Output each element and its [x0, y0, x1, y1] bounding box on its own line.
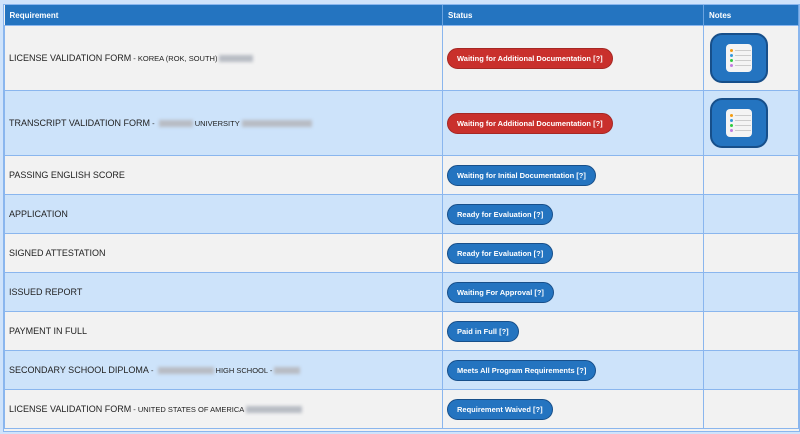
requirements-table: Requirement Status Notes LICENSE VALIDAT…	[4, 5, 799, 429]
notes-cell	[703, 233, 799, 273]
notes-list-icon	[726, 44, 752, 72]
requirement-title: TRANSCRIPT VALIDATION FORM	[9, 118, 151, 128]
header-requirement: Requirement	[4, 5, 443, 26]
table-row: TRANSCRIPT VALIDATION FORM - UNIVERSITY …	[4, 90, 799, 156]
table-row: SIGNED ATTESTATION Ready for Evaluation …	[4, 233, 799, 273]
table-row: SECONDARY SCHOOL DIPLOMA - HIGH SCHOOL -…	[4, 350, 799, 390]
table-row: PASSING ENGLISH SCORE Waiting for Initia…	[4, 155, 799, 195]
requirement-title: SECONDARY SCHOOL DIPLOMA	[9, 365, 149, 375]
requirement-title: PAYMENT IN FULL	[9, 326, 88, 336]
status-badge[interactable]: Paid in Full [?]	[447, 320, 519, 342]
redacted-text	[246, 406, 303, 414]
table-row: LICENSE VALIDATION FORM - KOREA (ROK, SO…	[4, 25, 799, 91]
status-badge[interactable]: Waiting for Additional Documentation [?]	[447, 112, 613, 134]
notes-list-icon	[726, 109, 752, 137]
notes-cell	[703, 194, 799, 234]
status-badge[interactable]: Ready for Evaluation [?]	[447, 203, 554, 225]
redacted-text	[241, 120, 312, 128]
notes-cell	[703, 389, 799, 429]
redacted-text	[274, 367, 301, 375]
separator: -	[131, 54, 138, 63]
redacted-text	[219, 55, 254, 63]
table-row: ISSUED REPORT Waiting For Approval [?]	[4, 272, 799, 312]
notes-button[interactable]	[710, 33, 768, 83]
separator: -	[131, 405, 138, 414]
notes-button[interactable]	[710, 98, 768, 148]
redacted-text	[157, 367, 214, 375]
requirement-title: SIGNED ATTESTATION	[9, 248, 106, 258]
requirement-detail: KOREA (ROK, SOUTH)	[137, 54, 218, 63]
table-row: PAYMENT IN FULL Paid in Full [?]	[4, 311, 799, 351]
header-status: Status	[442, 5, 704, 26]
requirement-title: LICENSE VALIDATION FORM	[9, 404, 132, 414]
requirement-title: ISSUED REPORT	[9, 287, 83, 297]
status-badge[interactable]: Meets All Program Requirements [?]	[447, 359, 597, 381]
header-notes: Notes	[703, 5, 799, 26]
separator: -	[150, 119, 157, 128]
status-badge[interactable]: Waiting For Approval [?]	[447, 281, 554, 303]
table-row: LICENSE VALIDATION FORM - UNITED STATES …	[4, 389, 799, 429]
status-badge[interactable]: Waiting for Additional Documentation [?]	[447, 47, 613, 69]
table-header: Requirement Status Notes	[4, 5, 799, 26]
requirement-detail: HIGH SCHOOL -	[215, 366, 273, 375]
notes-cell	[703, 311, 799, 351]
notes-cell	[703, 272, 799, 312]
requirement-title: APPLICATION	[9, 209, 68, 219]
table-row: APPLICATION Ready for Evaluation [?]	[4, 194, 799, 234]
status-badge[interactable]: Waiting for Initial Documentation [?]	[447, 164, 596, 186]
requirement-title: PASSING ENGLISH SCORE	[9, 170, 125, 180]
requirement-detail: UNITED STATES OF AMERICA	[137, 405, 245, 414]
status-badge[interactable]: Ready for Evaluation [?]	[447, 242, 554, 264]
status-badge[interactable]: Requirement Waived [?]	[447, 398, 553, 420]
notes-cell	[703, 155, 799, 195]
notes-cell	[703, 350, 799, 390]
redacted-text	[158, 120, 193, 128]
separator: -	[148, 366, 156, 375]
requirement-detail: UNIVERSITY	[194, 119, 240, 128]
requirement-title: LICENSE VALIDATION FORM	[9, 53, 132, 63]
requirements-table-container: Requirement Status Notes LICENSE VALIDAT…	[3, 4, 800, 432]
